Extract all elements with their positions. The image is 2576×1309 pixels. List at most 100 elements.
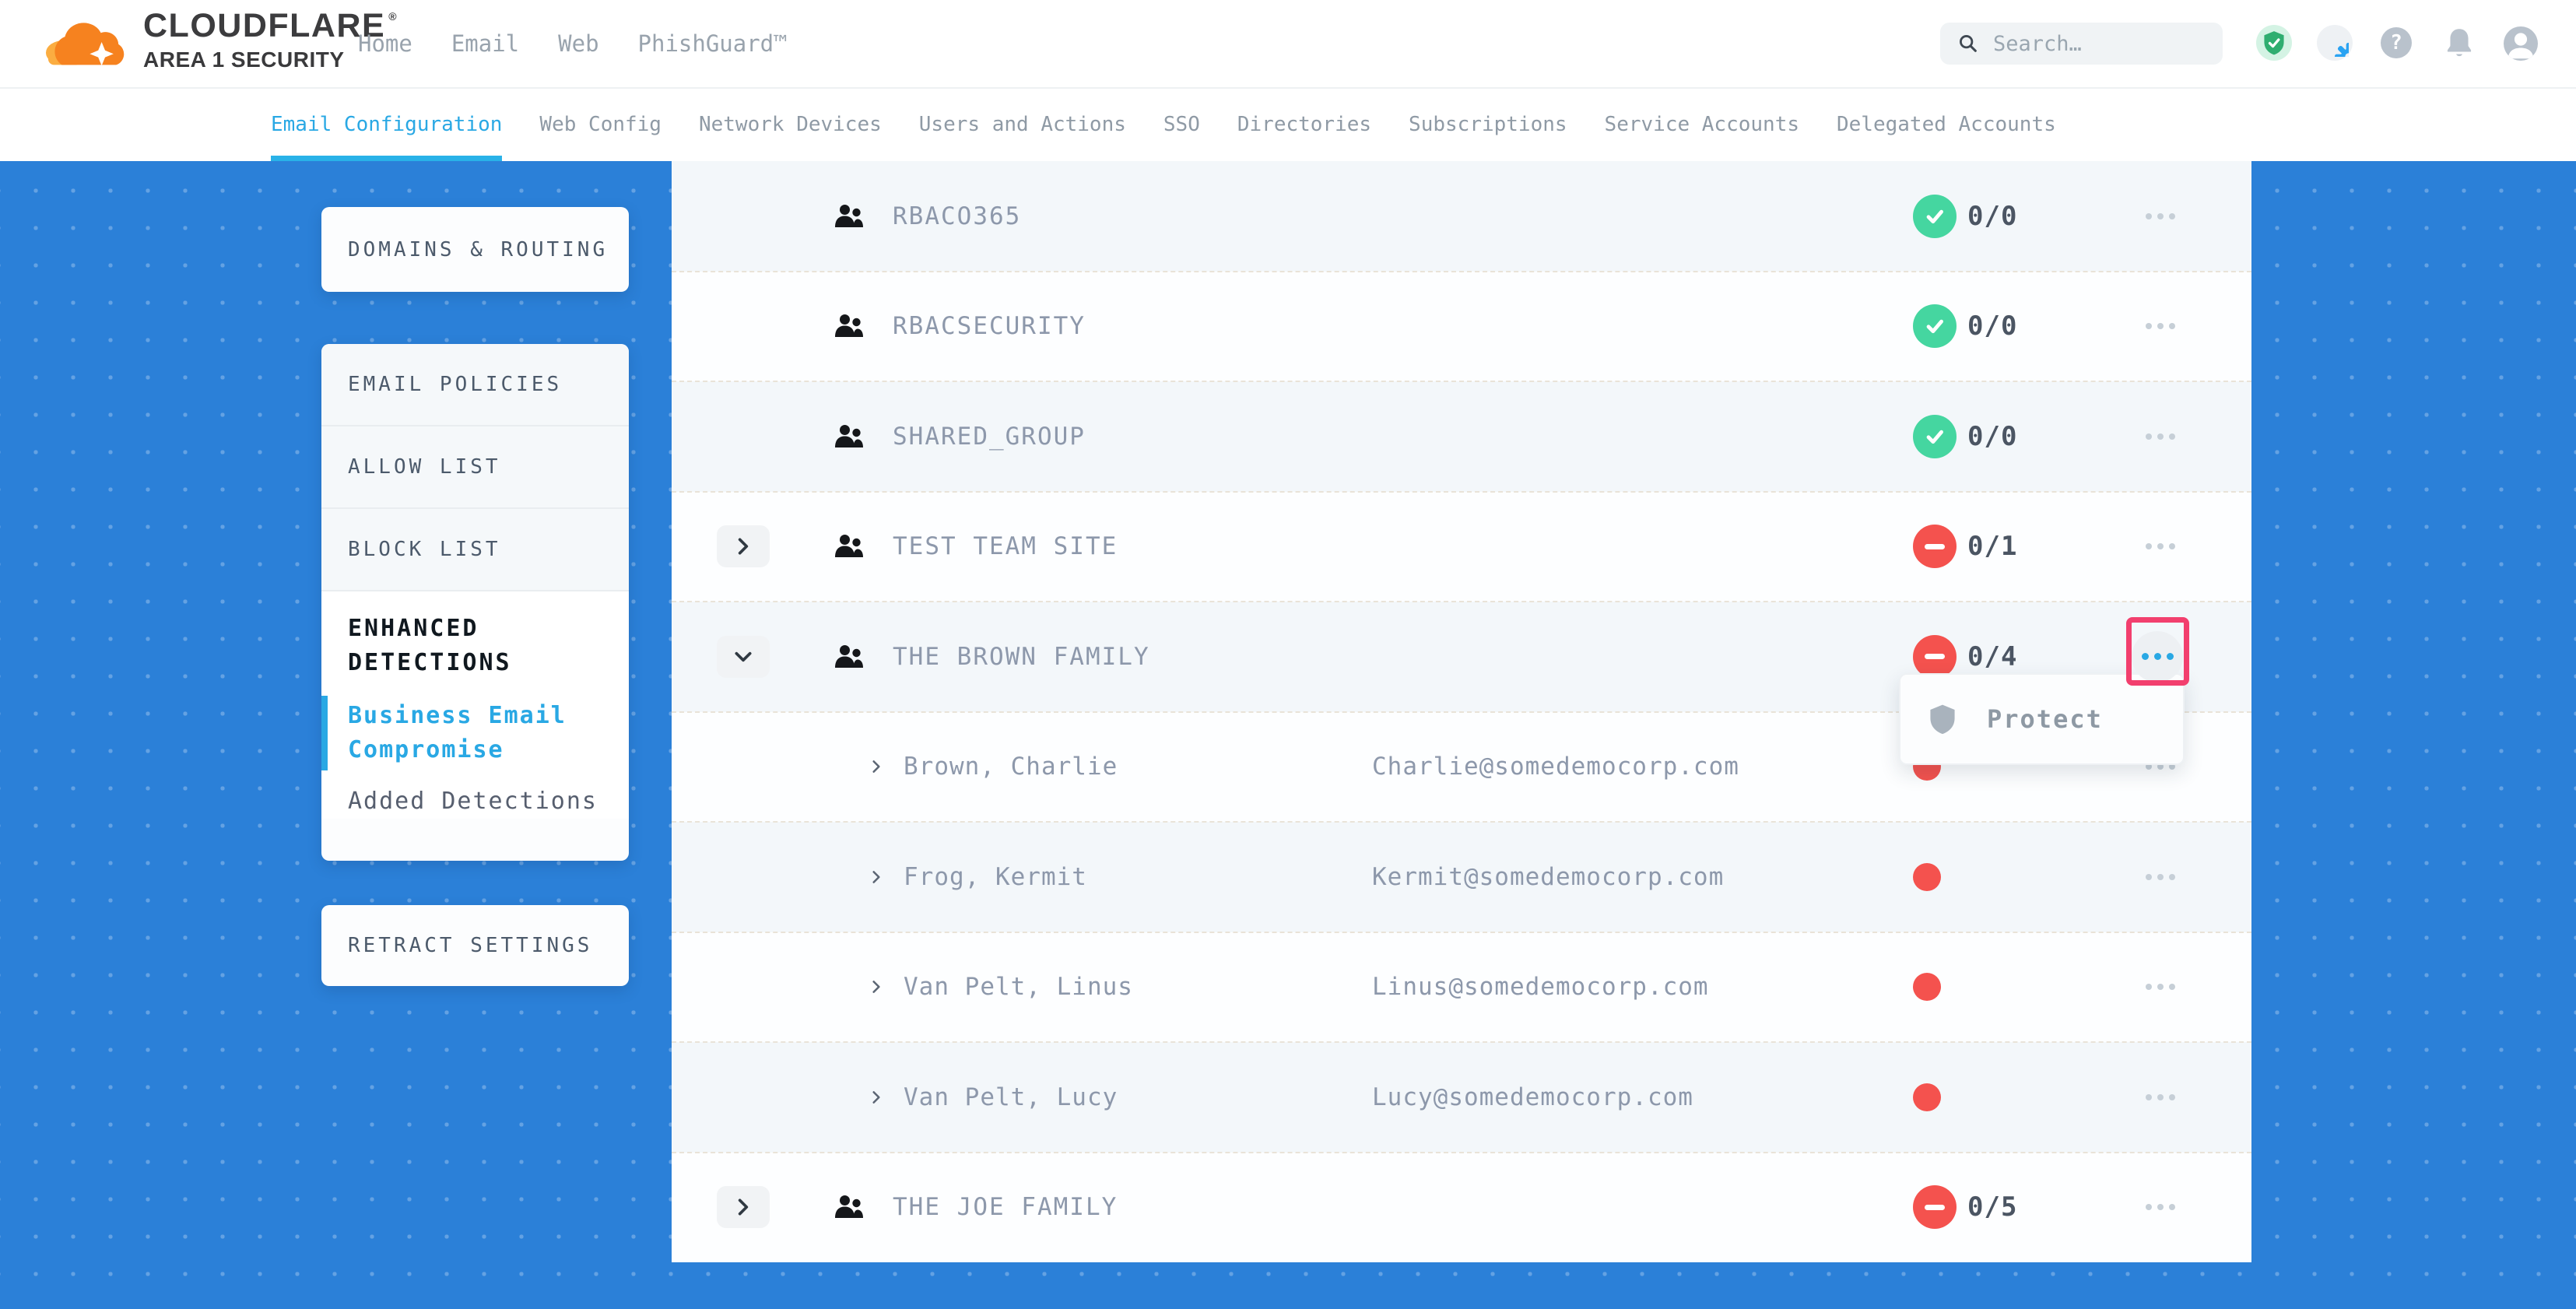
help-glyph: ? xyxy=(2390,31,2402,54)
expand-row-button[interactable] xyxy=(717,525,770,567)
sidebar-item-block-list[interactable]: BLOCK LIST xyxy=(321,509,629,591)
active-item-indicator xyxy=(321,696,328,770)
row-menu-button[interactable] xyxy=(2143,315,2178,337)
tab-sso[interactable]: SSO xyxy=(1163,87,1200,161)
chevron-right-icon xyxy=(735,1197,751,1217)
expand-row-button[interactable] xyxy=(717,1186,770,1228)
row-menu-button-active[interactable] xyxy=(2132,631,2183,683)
protection-count: 0/0 xyxy=(1967,421,2017,452)
bell-icon[interactable] xyxy=(2441,25,2477,61)
status-badge-protected xyxy=(1913,195,1957,238)
content-area: DOMAINS & ROUTING EMAIL POLICIES ALLOW L… xyxy=(0,161,2576,1309)
app-window: CLOUDFLARE® AREA 1 SECURITY Home Email W… xyxy=(0,0,2576,1309)
group-name: RBACO365 xyxy=(893,202,1021,230)
sidebar-section-enhanced-detections: ENHANCED DETECTIONS Business Email Compr… xyxy=(321,591,629,819)
member-chevron-icon xyxy=(870,759,883,774)
user-avatar-icon[interactable] xyxy=(2504,26,2538,61)
cloudflare-logo: CLOUDFLARE® AREA 1 SECURITY xyxy=(44,9,398,72)
nav-item-phishguard[interactable]: PhishGuard™ xyxy=(638,30,788,57)
tab-directories[interactable]: Directories xyxy=(1237,87,1371,161)
sidebar-item-allow-list[interactable]: ALLOW LIST xyxy=(321,426,629,509)
table-row[interactable]: Van Pelt, Linus Linus@somedemocorp.com xyxy=(672,932,2251,1043)
search-input[interactable] xyxy=(1992,31,2189,57)
row-menu-button[interactable] xyxy=(2143,1086,2178,1108)
status-dot-unprotected xyxy=(1913,1083,1941,1111)
group-icon xyxy=(834,204,864,229)
chevron-right-icon xyxy=(735,536,751,556)
table-row[interactable]: Frog, Kermit Kermit@somedemocorp.com xyxy=(672,822,2251,932)
status-badge-protected xyxy=(1913,304,1957,348)
table-row[interactable]: TEST TEAM SITE 0/1 xyxy=(672,492,2251,602)
protection-count: 0/4 xyxy=(1967,641,2017,672)
row-menu-button[interactable] xyxy=(2143,205,2178,227)
collapse-row-button[interactable] xyxy=(717,636,770,678)
tab-subscriptions[interactable]: Subscriptions xyxy=(1409,87,1567,161)
table-row[interactable]: THE JOE FAMILY 0/5 xyxy=(672,1153,2251,1263)
row-menu-button[interactable] xyxy=(2143,426,2178,447)
block-list-label: BLOCK LIST xyxy=(321,538,501,561)
chevron-down-icon xyxy=(733,649,753,665)
table-row[interactable]: RBACSECURITY 0/0 xyxy=(672,272,2251,382)
sidebar-item-email-policies[interactable]: EMAIL POLICIES xyxy=(321,344,629,426)
enhanced-detections-title[interactable]: ENHANCED DETECTIONS xyxy=(348,612,605,680)
shield-icon xyxy=(1929,704,1956,735)
table-row[interactable]: SHARED_GROUP 0/0 xyxy=(672,381,2251,492)
member-name: Brown, Charlie xyxy=(904,753,1118,781)
group-icon xyxy=(834,534,864,559)
status-badge-protected xyxy=(1913,415,1957,458)
group-icon xyxy=(834,644,864,669)
protection-status-icon[interactable] xyxy=(2256,25,2292,61)
row-menu-button[interactable] xyxy=(2143,535,2178,557)
nav-item-email[interactable]: Email xyxy=(451,30,519,57)
tab-service-accounts[interactable]: Service Accounts xyxy=(1605,87,1799,161)
group-name: TEST TEAM SITE xyxy=(893,532,1118,560)
group-name: THE JOE FAMILY xyxy=(893,1193,1118,1221)
status-badge-unprotected xyxy=(1913,1185,1957,1229)
member-chevron-icon xyxy=(870,979,883,995)
help-icon[interactable]: ? xyxy=(2381,27,2412,58)
member-email: Kermit@somedemocorp.com xyxy=(1372,863,1724,891)
row-menu-button[interactable] xyxy=(2143,976,2178,998)
status-dot-unprotected xyxy=(1913,973,1941,1001)
tab-delegated-accounts[interactable]: Delegated Accounts xyxy=(1837,87,2056,161)
search-box[interactable] xyxy=(1940,23,2223,65)
tab-users-and-actions[interactable]: Users and Actions xyxy=(919,87,1126,161)
nav-item-home[interactable]: Home xyxy=(358,30,412,57)
sidebar-item-business-email-compromise[interactable]: Business Email Compromise xyxy=(348,699,605,767)
member-name: Van Pelt, Lucy xyxy=(904,1083,1118,1111)
row-menu-button[interactable] xyxy=(2143,866,2178,888)
member-email: Charlie@somedemocorp.com xyxy=(1372,753,1739,781)
sidebar-policies-card: EMAIL POLICIES ALLOW LIST BLOCK LIST ENH… xyxy=(321,344,629,861)
sidebar-item-domains-routing[interactable]: DOMAINS & ROUTING xyxy=(321,207,629,292)
status-badge-unprotected xyxy=(1913,635,1957,679)
member-email: Linus@somedemocorp.com xyxy=(1372,973,1709,1001)
retract-settings-label: RETRACT SETTINGS xyxy=(321,934,592,957)
section-tabs: Email Configuration Web Config Network D… xyxy=(0,87,2576,161)
tab-network-devices[interactable]: Network Devices xyxy=(699,87,882,161)
group-icon xyxy=(834,424,864,449)
gear-icon[interactable] xyxy=(2317,25,2353,61)
status-dot-unprotected xyxy=(1913,863,1941,891)
row-context-menu: Protect xyxy=(1899,673,2185,765)
member-chevron-icon xyxy=(870,1090,883,1105)
member-email: Lucy@somedemocorp.com xyxy=(1372,1083,1693,1111)
cloudflare-cloud-icon xyxy=(44,12,128,70)
top-header: CLOUDFLARE® AREA 1 SECURITY Home Email W… xyxy=(0,0,2576,89)
tab-email-configuration[interactable]: Email Configuration xyxy=(271,87,502,161)
email-policies-label: EMAIL POLICIES xyxy=(321,373,562,396)
tab-web-config[interactable]: Web Config xyxy=(539,87,662,161)
nav-item-web[interactable]: Web xyxy=(558,30,598,57)
table-row[interactable]: RBACO365 0/0 xyxy=(672,161,2251,272)
protection-count: 0/0 xyxy=(1967,311,2017,342)
group-name: THE BROWN FAMILY xyxy=(893,643,1150,671)
sidebar-item-retract-settings[interactable]: RETRACT SETTINGS xyxy=(321,905,629,986)
status-badge-unprotected xyxy=(1913,525,1957,568)
protection-count: 0/1 xyxy=(1967,531,2017,562)
sidebar-item-added-detections[interactable]: Added Detections xyxy=(348,784,605,819)
row-menu-button[interactable] xyxy=(2143,1196,2178,1218)
group-name: SHARED_GROUP xyxy=(893,423,1086,451)
menu-item-protect[interactable]: Protect xyxy=(1987,704,2103,734)
domains-routing-label: DOMAINS & ROUTING xyxy=(321,238,608,261)
member-chevron-icon xyxy=(870,869,883,885)
table-row[interactable]: Van Pelt, Lucy Lucy@somedemocorp.com xyxy=(672,1042,2251,1153)
